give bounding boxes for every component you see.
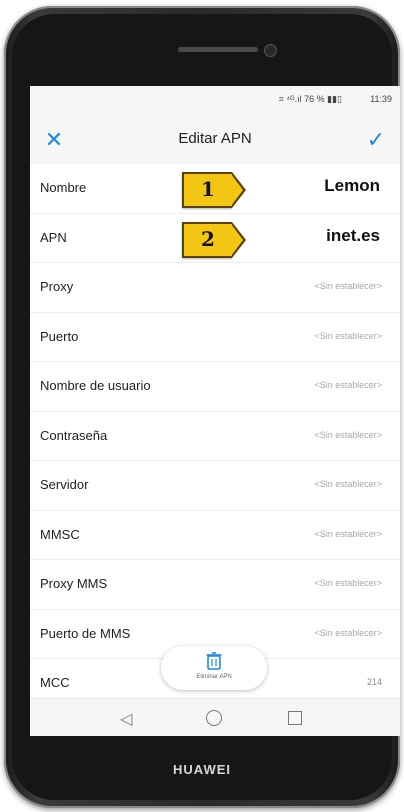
navigation-bar: ◁ — [30, 698, 400, 736]
callout-1: 1 — [182, 172, 246, 208]
field-label: Proxy MMS — [40, 576, 108, 591]
field-puerto[interactable]: Puerto <Sin establecer> — [30, 313, 400, 362]
device-brand: HUAWEI — [173, 762, 231, 777]
check-icon[interactable]: ✓ — [364, 128, 388, 152]
field-apn[interactable]: APN 2 inet.es — [30, 214, 400, 263]
field-label: Nombre — [40, 180, 87, 195]
page-title: Editar APN — [178, 130, 252, 147]
field-value: inet.es — [326, 225, 380, 245]
field-label: Contraseña — [40, 427, 108, 443]
status-icons: ⌗ ⁴ᴳ.ıl 76 % ▮▮▯ — [278, 94, 342, 104]
field-value: <Sin establecer> — [314, 627, 382, 638]
screen: ⌗ ⁴ᴳ.ıl 76 % ▮▮▯ 11:39 ✕ Editar APN ✓ No… — [30, 86, 400, 736]
app-bar: ✕ Editar APN ✓ — [30, 114, 400, 164]
field-value: Lemon — [324, 176, 380, 195]
field-value: 214 — [366, 677, 382, 687]
field-nombre-de-usuario[interactable]: Nombre de usuario <Sin establecer> — [30, 362, 400, 412]
field-nombre[interactable]: Nombre 1 Lemon — [30, 164, 400, 214]
delete-apn-label: Eliminar APN — [196, 674, 232, 680]
earpiece — [178, 47, 258, 52]
field-label: MMSC — [40, 526, 80, 542]
field-value: <Sin establecer> — [314, 281, 382, 291]
back-icon[interactable]: ◁ — [120, 709, 132, 729]
callout-number: 1 — [201, 177, 215, 201]
field-label: MCC — [40, 675, 70, 690]
field-label: APN — [40, 229, 67, 245]
field-value: <Sin establecer> — [314, 330, 382, 341]
delete-apn-button[interactable]: Eliminar APN — [161, 646, 267, 690]
field-value: <Sin establecer> — [314, 479, 382, 489]
field-label: Puerto — [40, 328, 79, 344]
trash-icon — [206, 652, 222, 670]
home-icon[interactable] — [206, 710, 222, 726]
field-mmsc[interactable]: MMSC <Sin establecer> — [30, 511, 400, 560]
field-value: <Sin establecer> — [314, 528, 382, 539]
field-value: <Sin establecer> — [314, 380, 382, 390]
field-label: Nombre de usuario — [40, 378, 151, 393]
field-value: <Sin establecer> — [314, 429, 382, 440]
field-label: Proxy — [40, 279, 74, 294]
callout-2: 2 — [182, 221, 246, 258]
callout-number: 2 — [201, 226, 215, 251]
field-label: Servidor — [40, 477, 89, 492]
recents-icon[interactable] — [288, 711, 302, 725]
status-bar: ⌗ ⁴ᴳ.ıl 76 % ▮▮▯ 11:39 — [30, 86, 400, 114]
field-servidor[interactable]: Servidor <Sin establecer> — [30, 461, 400, 511]
field-value: <Sin establecer> — [314, 578, 382, 588]
field-proxy-mms[interactable]: Proxy MMS <Sin establecer> — [30, 560, 400, 610]
field-proxy[interactable]: Proxy <Sin establecer> — [30, 263, 400, 313]
status-time: 11:39 — [370, 94, 392, 104]
front-camera — [264, 44, 277, 57]
apn-field-list: Nombre 1 Lemon APN 2 inet.es Proxy <Sin … — [30, 164, 400, 709]
field-contrasena[interactable]: Contraseña <Sin establecer> — [30, 412, 400, 461]
field-label: Puerto de MMS — [40, 625, 131, 641]
